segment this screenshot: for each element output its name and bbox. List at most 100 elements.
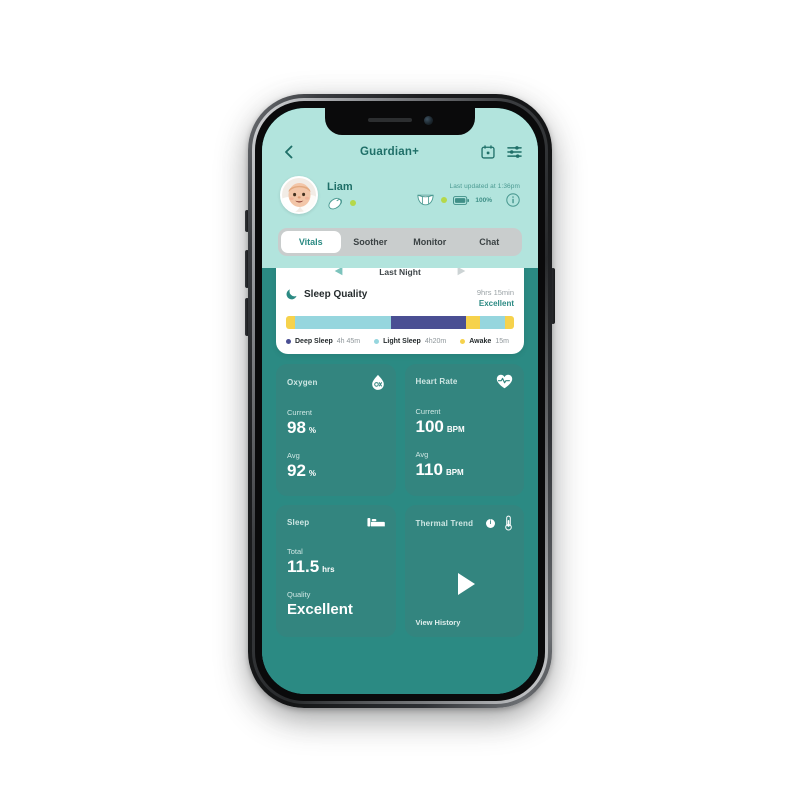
tab-chat[interactable]: Chat (460, 231, 520, 253)
thermal-icon-group: i (486, 515, 513, 531)
heart-rate-current-unit: BPM (446, 425, 465, 434)
phone-rim: Guardian+ Liam Last updated at 1:36pm 10… (252, 98, 548, 704)
legend-value: 4h 45m (336, 338, 361, 345)
thermometer-icon (505, 515, 512, 531)
calendar-button[interactable] (481, 145, 495, 159)
avatar[interactable] (280, 176, 318, 214)
sleep-total-label: Total (287, 547, 303, 556)
soother-status-dot (350, 200, 356, 206)
sleep-duration: 9hrs 15min (476, 288, 514, 297)
heart-rate-avg-label: Avg (415, 450, 429, 459)
screenshot-root: Guardian+ Liam Last updated at 1:36pm 10… (0, 0, 800, 800)
sleep-total-value-row: 11.5 hrs (287, 557, 385, 580)
oxygen-drop-icon (371, 374, 384, 390)
sleep-card-metric[interactable]: Sleep Total 11.5 hrs Quality Excellent (276, 505, 396, 637)
thermal-play-area (416, 549, 514, 618)
profile-name-block: Liam (327, 181, 356, 210)
heart-rate-avg-value: 110 (415, 460, 443, 479)
sleep-quality-title: Sleep Quality (304, 288, 368, 300)
sleep-quality-metric-value: Excellent (287, 601, 353, 618)
last-updated-label: Last updated at 1:36pm (449, 183, 520, 190)
heart-rate-avg-value-row: 110 BPM (416, 460, 514, 483)
legend-value: 4h20m (424, 338, 447, 345)
chevron-left-icon (284, 145, 292, 159)
tab-vitals[interactable]: Vitals (281, 231, 341, 253)
heart-rate-current-label: Current (415, 407, 441, 416)
front-camera-icon (423, 115, 433, 125)
settings-button[interactable] (507, 145, 522, 159)
legend-swatch (286, 339, 291, 344)
phone-frame: Guardian+ Liam Last updated at 1:36pm 10… (248, 94, 552, 708)
oxygen-card[interactable]: Oxygen Current 98 % Avg 92 % (276, 364, 396, 496)
header-actions (481, 145, 522, 159)
sleep-segment (295, 316, 391, 329)
heart-rate-current-value-row: 100 BPM (416, 417, 514, 440)
profile-row: Liam Last updated at 1:36pm 100% (278, 176, 522, 228)
sleep-legend: Deep Sleep 4h 45m Light Sleep 4h20m Awak… (286, 338, 514, 345)
sleep-segment (504, 316, 514, 329)
oxygen-avg-value: 92 (287, 461, 306, 480)
heart-rate-card[interactable]: Heart Rate Current 100 BPM Avg 110 BPM (404, 364, 524, 496)
battery-icon (453, 195, 470, 205)
sleep-quality-header: Sleep Quality 9hrs 15min Excellent (286, 288, 514, 309)
heart-rate-title: Heart Rate (415, 377, 458, 386)
triangle-right-icon (457, 268, 466, 276)
oxygen-current-unit: % (308, 426, 317, 435)
sleep-quality-summary: 9hrs 15min Excellent (477, 288, 514, 309)
app-container: Guardian+ Liam Last updated at 1:36pm 10… (262, 108, 538, 694)
moon-icon (286, 289, 297, 300)
phone-screen: Guardian+ Liam Last updated at 1:36pm 10… (262, 108, 538, 694)
oxygen-current-value: 98 (287, 418, 306, 437)
prev-night-button[interactable] (334, 268, 343, 281)
heart-rate-card-header: Heart Rate (416, 374, 514, 389)
legend-value: 15m (495, 338, 509, 345)
oxygen-avg-label: Avg (287, 451, 300, 460)
calendar-icon (481, 145, 495, 159)
sleep-metric-header: Sleep (287, 515, 385, 529)
page-title: Guardian+ (360, 146, 419, 158)
oxygen-avg-value-row: 92 % (287, 461, 385, 484)
diaper-status-dot (441, 197, 448, 203)
next-night-button[interactable] (457, 268, 466, 281)
legend-label: Light Sleep (383, 338, 421, 345)
tab-monitor[interactable]: Monitor (400, 231, 460, 253)
thermal-title: Thermal Trend (415, 518, 474, 528)
sleep-total-unit: hrs (322, 565, 335, 574)
thermal-trend-card[interactable]: Thermal Trend i View History (404, 505, 524, 637)
night-label: Last Night (379, 268, 421, 277)
diaper-icon (417, 194, 434, 206)
sleep-segment (390, 316, 467, 329)
legend-swatch (460, 339, 466, 344)
oxygen-card-header: Oxygen (287, 374, 385, 390)
info-badge-icon[interactable]: i (486, 518, 495, 528)
legend-item-awake: Awake 15m (460, 338, 509, 345)
sleep-icon-group (366, 515, 385, 529)
sleep-quality-label: Quality (287, 590, 311, 599)
legend-item-light-sleep: Light Sleep 4h20m (374, 338, 446, 345)
baby-photo-icon (282, 178, 316, 212)
play-icon[interactable] (457, 572, 475, 595)
view-history-link[interactable]: View History (416, 618, 514, 627)
heart-rate-icon-group (496, 374, 513, 389)
metrics-grid: Oxygen Current 98 % Avg 92 % Heart Rate … (276, 364, 524, 637)
sleep-quality-title-group: Sleep Quality (286, 288, 367, 300)
baby-name: Liam (327, 180, 353, 193)
back-button[interactable] (278, 142, 298, 162)
app-body-section: Last Night Sleep Quality 9hrs 15min Exce… (262, 268, 538, 694)
info-button[interactable] (506, 193, 520, 207)
heart-rate-current-value: 100 (415, 417, 444, 436)
earpiece-speaker (367, 118, 412, 122)
pacifier-icon (328, 197, 343, 209)
oxygen-avg-unit: % (308, 469, 317, 478)
sleep-segment (479, 316, 505, 329)
heart-pulse-icon (496, 374, 513, 389)
sleep-metric-title: Sleep (287, 517, 310, 527)
sleep-stage-bar (286, 316, 514, 329)
phone-bezel: Guardian+ Liam Last updated at 1:36pm 10… (255, 101, 545, 701)
triangle-left-icon (334, 268, 343, 276)
profile-status-row (327, 197, 356, 210)
legend-item-deep-sleep: Deep Sleep 4h 45m (286, 338, 360, 345)
oxygen-current-label: Current (287, 408, 313, 417)
tab-soother[interactable]: Soother (341, 231, 401, 253)
legend-label: Awake (469, 338, 492, 345)
